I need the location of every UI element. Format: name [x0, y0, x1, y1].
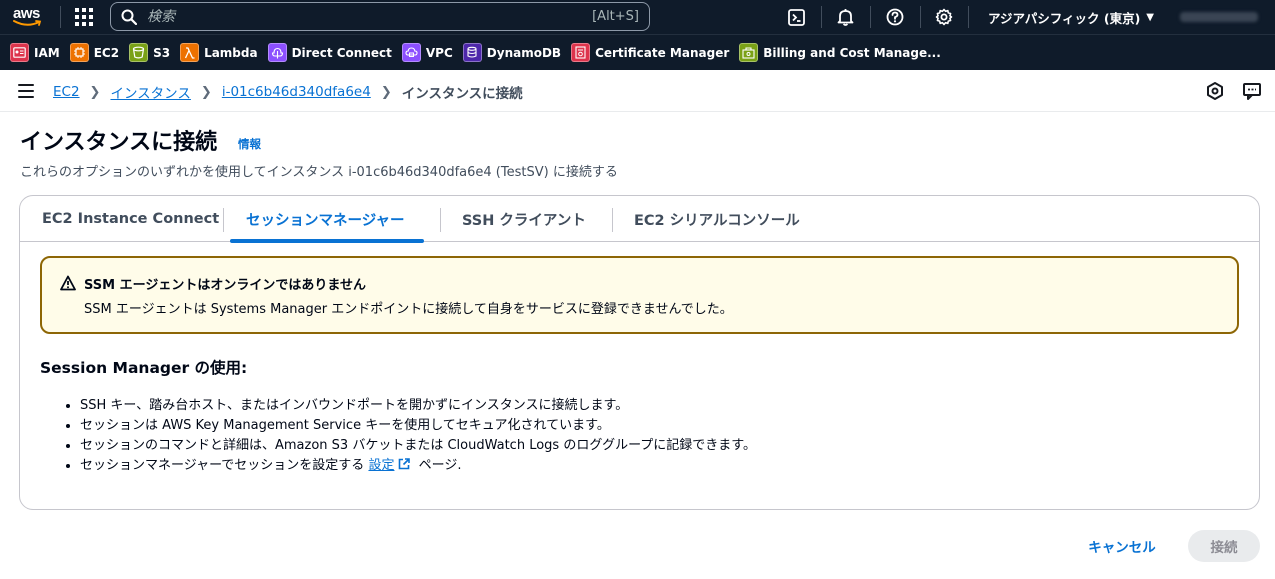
- favorite-label: S3: [153, 45, 171, 60]
- favorite-lambda[interactable]: Lambda: [180, 43, 258, 62]
- nav-divider: [968, 6, 969, 28]
- list-item: SSH キー、踏み台ホスト、またはインバウンドポートを開かずにインスタンスに接続…: [80, 396, 756, 416]
- warning-alert: SSM エージェントはオンラインではありません SSM エージェントは Syst…: [40, 256, 1239, 334]
- tab-ec2-serial-console[interactable]: EC2 シリアルコンソール: [634, 196, 800, 242]
- iam-icon: [10, 43, 29, 62]
- cancel-button[interactable]: キャンセル: [1076, 531, 1168, 561]
- list-item: セッションは AWS Key Management Service キーを使用し…: [80, 416, 756, 436]
- list-item-prefix: セッションマネージャーでセッションを設定する: [80, 458, 369, 473]
- breadcrumb-instance-id[interactable]: i-01c6b46d340dfa6e4: [222, 84, 371, 100]
- account-menu[interactable]: [1180, 12, 1258, 22]
- favorite-label: Billing and Cost Manage...: [763, 45, 941, 60]
- search-icon: [121, 9, 137, 25]
- nav-divider: [870, 6, 871, 28]
- favorites-bar: IAM EC2 S3 Lambda Direct Connect VPC Dyn…: [0, 34, 1275, 70]
- favorite-direct-connect[interactable]: Direct Connect: [267, 43, 392, 62]
- feedback-icon[interactable]: [1242, 81, 1262, 101]
- tab-divider: [612, 208, 613, 232]
- bell-icon[interactable]: [834, 6, 856, 28]
- hexagon-settings-icon[interactable]: [1205, 81, 1225, 101]
- gear-icon[interactable]: [933, 6, 955, 28]
- favorite-label: VPC: [425, 45, 453, 60]
- favorite-label: DynamoDB: [486, 45, 562, 60]
- billing-icon: [739, 43, 759, 62]
- cloudshell-icon[interactable]: [785, 6, 807, 28]
- tab-ec2-instance-connect[interactable]: EC2 Instance Connect: [42, 196, 219, 242]
- search-input[interactable]: [147, 8, 577, 25]
- alert-body: SSM エージェントは Systems Manager エンドポイントに接続して…: [84, 302, 733, 317]
- top-navigation: aws [Alt+S]: [0, 0, 1275, 34]
- list-item: セッションのコマンドと詳細は、Amazon S3 バケットまたは CloudWa…: [80, 436, 756, 456]
- warning-icon: [60, 275, 76, 291]
- chevron-right-icon: ❯: [89, 84, 101, 100]
- region-label: アジアパシフィック (東京): [988, 10, 1141, 26]
- breadcrumb-bar: EC2 ❯ インスタンス ❯ i-01c6b46d340dfa6e4 ❯ インス…: [0, 70, 1275, 112]
- settings-link[interactable]: 設定: [368, 458, 394, 473]
- chevron-right-icon: ❯: [200, 84, 212, 100]
- services-grid-icon[interactable]: [74, 7, 94, 27]
- nav-divider: [920, 6, 921, 28]
- direct-connect-icon: [267, 43, 287, 62]
- info-link[interactable]: 情報: [238, 136, 261, 152]
- breadcrumb-instances[interactable]: インスタンス: [110, 82, 190, 102]
- vpc-icon: [401, 43, 421, 62]
- tab-divider: [223, 208, 224, 232]
- certificate-manager-icon: [571, 43, 591, 62]
- menu-icon[interactable]: [18, 84, 34, 98]
- nav-divider: [821, 6, 822, 28]
- tab-session-manager[interactable]: セッションマネージャー: [229, 196, 426, 243]
- page-title: インスタンスに接続: [20, 130, 218, 155]
- favorite-label: Certificate Manager: [595, 45, 730, 60]
- region-selector[interactable]: アジアパシフィック (東京) ▼: [988, 0, 1154, 34]
- list-item-suffix: ページ.: [414, 458, 462, 473]
- help-icon[interactable]: [884, 6, 906, 28]
- favorite-label: Direct Connect: [291, 45, 392, 60]
- tab-divider: [440, 208, 441, 232]
- favorite-dynamodb[interactable]: DynamoDB: [462, 43, 562, 62]
- lambda-icon: [180, 43, 200, 62]
- alert-title: SSM エージェントはオンラインではありません: [84, 278, 366, 293]
- favorite-ec2[interactable]: EC2: [69, 43, 120, 62]
- favorite-vpc[interactable]: VPC: [401, 43, 453, 62]
- s3-icon: [129, 43, 149, 62]
- caret-down-icon: ▼: [1146, 11, 1154, 23]
- breadcrumb: EC2 ❯ インスタンス ❯ i-01c6b46d340dfa6e4 ❯ インス…: [53, 82, 523, 102]
- search-shortcut: [Alt+S]: [592, 9, 639, 24]
- aws-smile-icon: [13, 20, 42, 26]
- connect-button: 接続: [1188, 530, 1260, 562]
- external-link-icon: [399, 458, 411, 470]
- connect-options-container: EC2 Instance Connect セッションマネージャー SSH クライ…: [19, 195, 1260, 510]
- favorite-label: Lambda: [204, 45, 258, 60]
- search-box[interactable]: [Alt+S]: [110, 2, 650, 31]
- favorite-certificate-manager[interactable]: Certificate Manager: [571, 43, 729, 62]
- favorite-label: EC2: [93, 45, 120, 60]
- session-manager-heading: Session Manager の使用:: [40, 359, 248, 377]
- favorite-iam[interactable]: IAM: [10, 43, 60, 62]
- tab-ssh-client[interactable]: SSH クライアント: [462, 196, 586, 242]
- list-item: セッションマネージャーでセッションを設定する 設定 ページ.: [80, 456, 756, 476]
- ec2-icon: [69, 43, 89, 62]
- session-manager-benefits: SSH キー、踏み台ホスト、またはインバウンドポートを開かずにインスタンスに接続…: [80, 396, 756, 476]
- favorite-label: IAM: [34, 45, 60, 60]
- nav-divider: [60, 6, 61, 28]
- breadcrumb-current: インスタンスに接続: [401, 86, 523, 102]
- page-description: これらのオプションのいずれかを使用してインスタンス i-01c6b46d340d…: [20, 165, 618, 180]
- favorite-billing[interactable]: Billing and Cost Manage...: [739, 43, 941, 62]
- aws-logo[interactable]: aws: [12, 4, 46, 30]
- chevron-right-icon: ❯: [380, 84, 392, 100]
- connect-tabs: EC2 Instance Connect セッションマネージャー SSH クライ…: [20, 196, 1259, 243]
- breadcrumb-ec2[interactable]: EC2: [53, 84, 80, 100]
- dynamodb-icon: [462, 43, 482, 62]
- favorite-s3[interactable]: S3: [129, 43, 170, 62]
